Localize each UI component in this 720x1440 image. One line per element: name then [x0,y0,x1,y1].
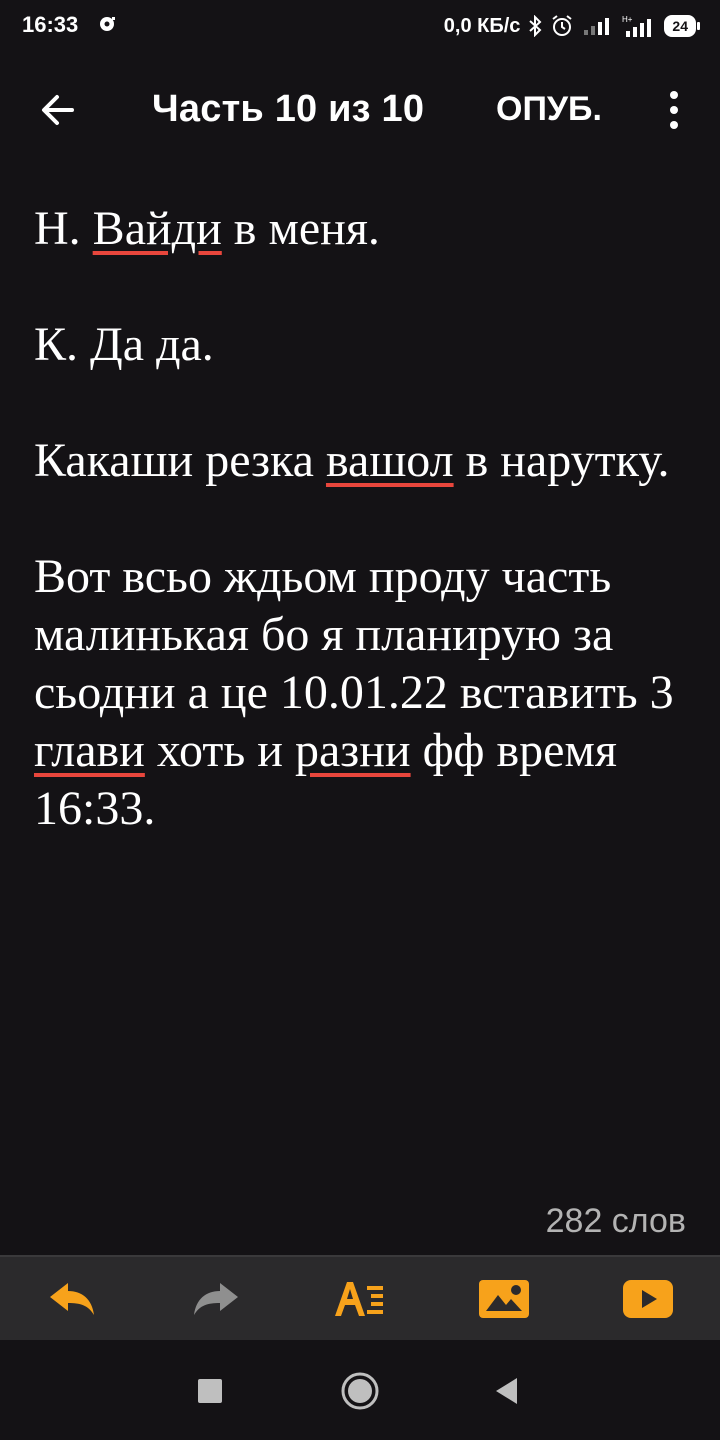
insert-video-button[interactable] [576,1257,720,1341]
insert-image-button[interactable] [432,1257,576,1341]
back-nav-icon [496,1378,517,1404]
text-format-icon [335,1282,383,1316]
story-text-editor[interactable]: Н. Вайди в меня. К. Да да. Какаши резка … [34,200,694,896]
navigation-bar [0,1340,720,1440]
paragraph-2[interactable]: К. Да да. [34,316,694,374]
text-format-button[interactable] [288,1257,432,1341]
recents-button[interactable] [185,1366,235,1416]
misspelled-word[interactable]: вашол [326,434,454,487]
battery-level: 24 [664,15,696,37]
home-icon [341,1372,379,1410]
home-button[interactable] [335,1366,385,1416]
part-title: Часть 10 из 10 [152,88,425,130]
video-icon [623,1280,673,1318]
paragraph-4[interactable]: Вот всьо ждьом проду часть малинькая бо … [34,548,694,838]
signal-hplus-icon: H+ [622,15,652,37]
bluetooth-icon [529,15,542,37]
status-bar: 16:33 0,0 КБ/с H+ 24 [0,0,720,52]
alarm-icon [552,15,573,36]
app-bar: Часть 10 из 10 ОПУБ. [0,60,720,160]
paragraph-3[interactable]: Какаши резка вашол в нарутку. [34,432,694,490]
status-time: 16:33 [22,12,79,37]
more-options-button[interactable] [656,82,692,138]
redo-button[interactable] [144,1257,288,1341]
misspelled-word[interactable]: глави [34,724,145,777]
notification-icon [100,17,115,31]
recents-icon [198,1379,222,1403]
svg-text:H+: H+ [622,15,633,24]
undo-button[interactable] [0,1257,144,1341]
editor-toolbar [0,1255,720,1341]
publish-button[interactable]: ОПУБ. [496,90,602,129]
more-vert-icon [670,91,678,99]
image-icon [479,1280,529,1318]
redo-icon [194,1283,238,1315]
system-back-button[interactable] [482,1366,532,1416]
battery-icon: 24 [664,15,700,37]
misspelled-word[interactable]: разни [295,724,411,777]
undo-icon [50,1283,94,1315]
arrow-left-icon [42,95,74,125]
word-count: 282 слов [545,1202,686,1240]
paragraph-1[interactable]: Н. Вайди в меня. [34,200,694,258]
network-speed: 0,0 КБ/с [443,14,521,37]
signal-icon [584,18,610,35]
misspelled-word[interactable]: Вайди [93,202,222,255]
status-indicators: 0,0 КБ/с H+ 24 [444,11,700,41]
back-button[interactable] [30,82,86,138]
